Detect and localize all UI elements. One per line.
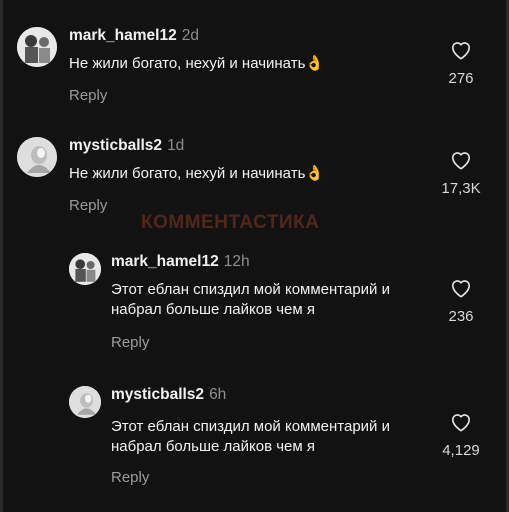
- reply-button[interactable]: Reply: [69, 87, 107, 104]
- reply-button[interactable]: Reply: [69, 197, 107, 214]
- comment-text: Не жили богато, нехуй и начинать👌: [69, 55, 325, 72]
- comment-username[interactable]: mysticballs2 6h: [111, 386, 226, 404]
- comment-text: Этот еблан спиздил мой комментарий и наб…: [111, 418, 390, 455]
- watermark: КОММЕНТАСТИКА: [141, 212, 320, 233]
- like-count: 17,3K: [441, 180, 481, 197]
- avatar[interactable]: [69, 386, 101, 418]
- comment-text: Этот еблан спиздил мой комментарий и наб…: [111, 281, 390, 318]
- heart-outline-icon[interactable]: [450, 40, 472, 60]
- reply-button[interactable]: Reply: [111, 334, 149, 351]
- like-button[interactable]: 17,3K: [431, 150, 491, 197]
- comments-thread: КОММЕНТАСТИКА mark_hamel12 2d Не жили бог…: [0, 0, 509, 512]
- heart-outline-icon[interactable]: [450, 278, 472, 298]
- like-button[interactable]: 4,129: [431, 412, 491, 459]
- like-button[interactable]: 276: [435, 40, 487, 87]
- avatar[interactable]: [17, 137, 57, 177]
- heart-outline-icon[interactable]: [450, 150, 472, 170]
- reply-button[interactable]: Reply: [111, 469, 149, 486]
- comment-username[interactable]: mysticballs2 1d: [69, 137, 184, 155]
- like-count: 236: [448, 308, 474, 325]
- like-button[interactable]: 236: [435, 278, 487, 325]
- avatar[interactable]: [69, 253, 101, 285]
- comment-time: 2d: [181, 27, 199, 44]
- comment-time: 1d: [167, 137, 185, 154]
- comment-text: Не жили богато, нехуй и начинать👌: [69, 165, 325, 182]
- like-count: 4,129: [442, 442, 480, 459]
- comment-username[interactable]: mark_hamel12 12h: [111, 253, 250, 271]
- avatar[interactable]: [17, 27, 57, 67]
- comment-time: 12h: [223, 253, 250, 270]
- comment-time: 6h: [209, 386, 227, 403]
- heart-outline-icon[interactable]: [450, 412, 472, 432]
- comment-username[interactable]: mark_hamel12 2d: [69, 27, 199, 45]
- like-count: 276: [448, 70, 474, 87]
